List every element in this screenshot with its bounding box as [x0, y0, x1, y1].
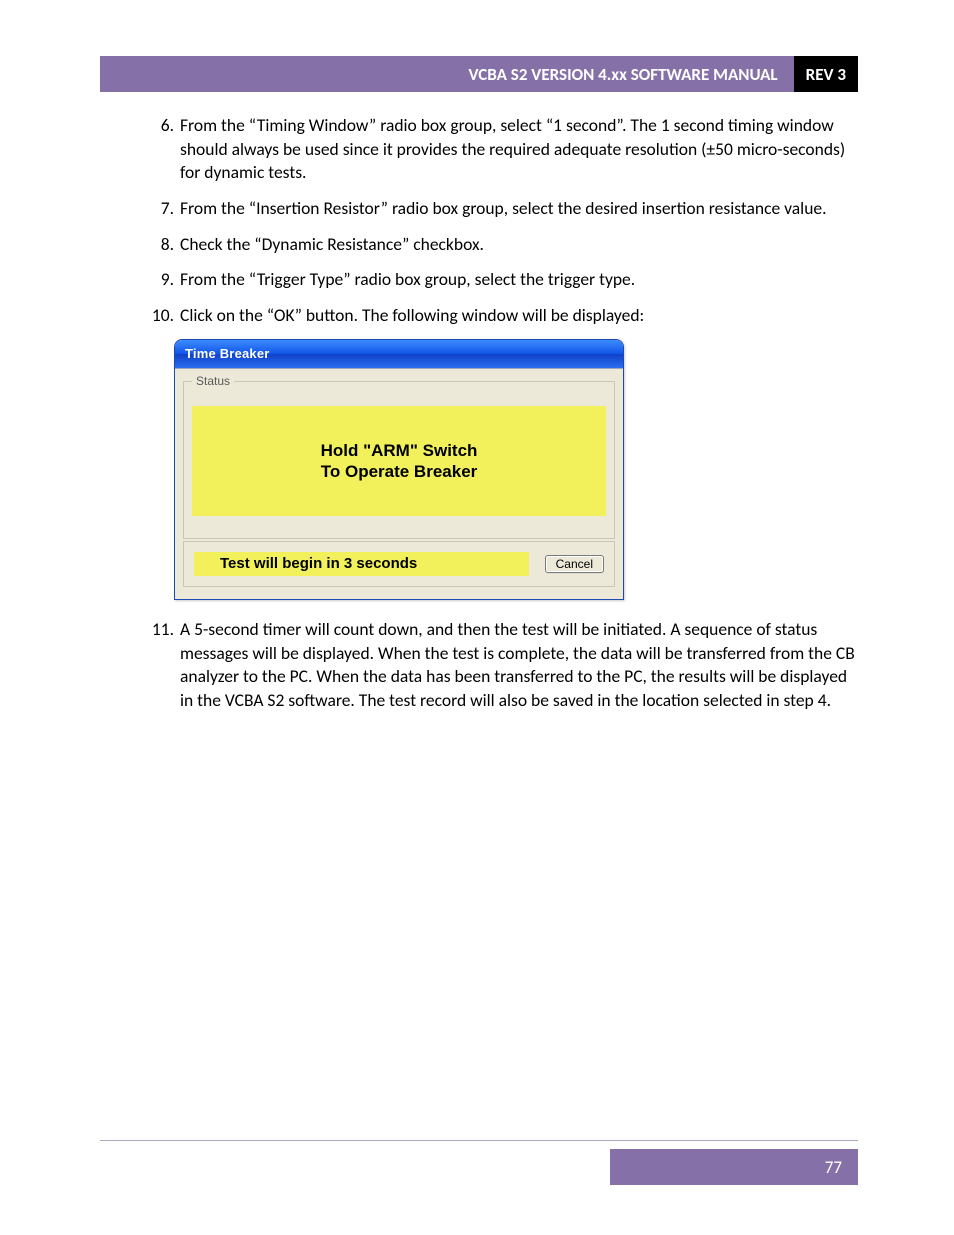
step-number: 9.: [140, 268, 180, 292]
header-rev: REV 3: [794, 56, 858, 92]
step-number: 7.: [140, 197, 180, 221]
step-10: 10. Click on the “OK” button. The follow…: [100, 304, 858, 328]
step-text: Check the “Dynamic Resistance” checkbox.: [180, 233, 858, 257]
step-11: 11. A 5-second timer will count down, an…: [100, 618, 858, 713]
countdown-text: Test will begin in 3 seconds: [194, 552, 529, 576]
time-breaker-dialog: Time Breaker Status Hold "ARM" Switch To…: [174, 339, 624, 600]
step-9: 9. From the “Trigger Type” radio box gro…: [100, 268, 858, 292]
step-text: Click on the “OK” button. The following …: [180, 304, 858, 328]
step-text: From the “Timing Window” radio box group…: [180, 114, 858, 185]
document-header: VCBA S2 VERSION 4.xx SOFTWARE MANUAL REV…: [100, 56, 858, 92]
step-number: 8.: [140, 233, 180, 257]
dialog-titlebar: Time Breaker: [175, 340, 623, 368]
footer: 77: [100, 1149, 858, 1185]
step-6: 6. From the “Timing Window” radio box gr…: [100, 114, 858, 185]
body-content: 6. From the “Timing Window” radio box gr…: [100, 114, 858, 713]
step-text: From the “Insertion Resistor” radio box …: [180, 197, 858, 221]
countdown-fieldset: Test will begin in 3 seconds Cancel: [183, 541, 615, 587]
dialog-body: Status Hold "ARM" Switch To Operate Brea…: [175, 368, 623, 599]
page-number: 77: [825, 1157, 842, 1178]
page-number-block: 77: [610, 1149, 858, 1185]
cancel-button[interactable]: Cancel: [545, 555, 604, 573]
footer-divider: [100, 1140, 858, 1141]
msg-line-2: To Operate Breaker: [321, 461, 478, 482]
step-7: 7. From the “Insertion Resistor” radio b…: [100, 197, 858, 221]
step-number: 6.: [140, 114, 180, 185]
status-legend: Status: [192, 373, 234, 389]
header-title: VCBA S2 VERSION 4.xx SOFTWARE MANUAL: [100, 56, 794, 92]
step-8: 8. Check the “Dynamic Resistance” checkb…: [100, 233, 858, 257]
step-number: 11.: [140, 618, 180, 713]
msg-line-1: Hold "ARM" Switch: [321, 440, 478, 461]
step-number: 10.: [140, 304, 180, 328]
arm-switch-message: Hold "ARM" Switch To Operate Breaker: [192, 406, 606, 516]
step-text: From the “Trigger Type” radio box group,…: [180, 268, 858, 292]
status-fieldset: Status Hold "ARM" Switch To Operate Brea…: [183, 381, 615, 539]
step-text: A 5-second timer will count down, and th…: [180, 618, 858, 713]
